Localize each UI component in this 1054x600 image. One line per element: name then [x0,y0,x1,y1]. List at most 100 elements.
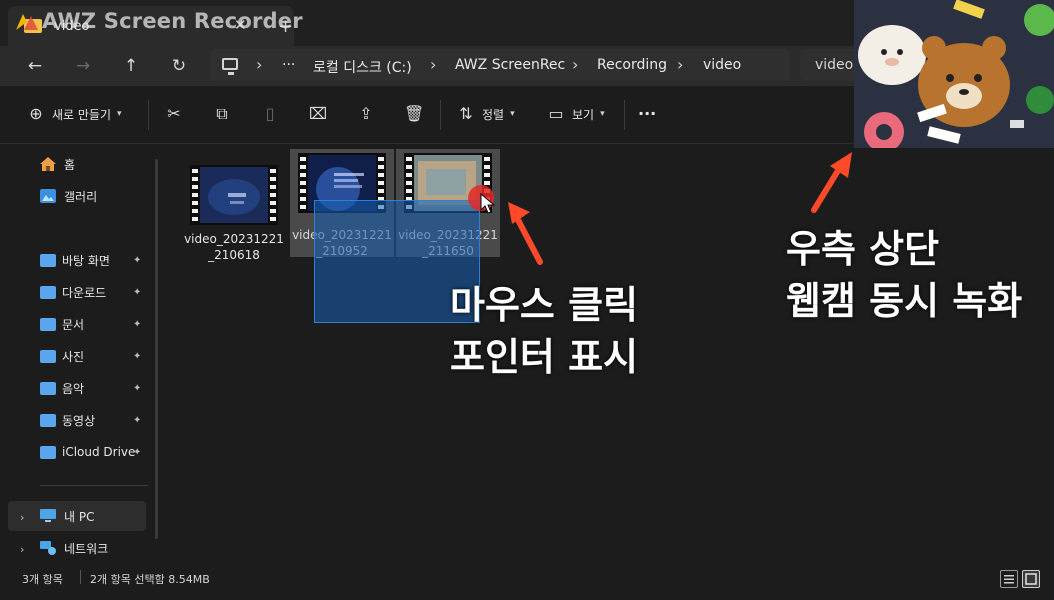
search-input[interactable]: video [800,49,860,81]
network-icon [40,541,56,555]
pin-icon[interactable]: ✦ [133,383,141,394]
copy-icon: ⧉ [216,104,228,123]
chevron-down-icon: ▾ [117,109,122,119]
sidebar-item-label: iCloud Drive [62,445,136,459]
breadcrumb-video[interactable]: video [703,57,741,73]
breadcrumb-more[interactable]: ··· [282,57,295,73]
breadcrumb-awz[interactable]: AWZ ScreenRec [455,57,565,73]
video-thumbnail [190,165,278,225]
folder-icon [40,413,56,427]
share-button[interactable]: ⇪ [356,104,376,124]
selection-info: 2개 항목 선택함 8.54MB [90,573,210,586]
sidebar-item-label: 문서 [62,317,85,332]
sidebar-item-pictures[interactable]: 사진 [40,345,84,367]
chevron-right-icon[interactable]: › [20,511,24,524]
pin-icon[interactable]: ✦ [133,319,141,330]
sidebar-item-music[interactable]: 음악 [40,377,84,399]
recorder-logo-icon [16,14,38,30]
pin-icon[interactable]: ✦ [133,447,141,458]
folder-icon [40,381,56,395]
up-button[interactable]: ↑ [116,52,146,80]
sidebar-item-label: 다운로드 [62,285,107,300]
sidebar-item-label: 갤러리 [64,189,98,204]
sidebar-item-downloads[interactable]: 다운로드 [40,281,106,303]
webcam-overlay [854,0,1054,148]
pin-icon[interactable]: ✦ [133,255,141,266]
sidebar-item-label: 사진 [62,349,85,364]
toolbar-divider [624,100,625,130]
chevron-down-icon: ▾ [510,109,515,119]
annotation-webcam-line-1: 우측 상단 [786,227,940,271]
sidebar-item-label: 음악 [62,381,85,396]
pc-icon [40,509,56,522]
new-button[interactable]: ⊕ 새로 만들기 ▾ [26,104,122,124]
new-label: 새로 만들기 [52,107,112,122]
folder-icon [40,285,56,299]
chevron-down-icon: ▾ [600,109,605,119]
rename-button[interactable]: ⌧ [308,104,328,124]
file-name: video_20231221 _210618 [182,231,286,263]
sidebar-item-label: 바탕 화면 [62,253,110,268]
chevron-right-icon: › [256,55,263,74]
sidebar-item-label: 동영상 [62,413,96,428]
video-frame-preview [200,167,268,223]
forward-button[interactable]: → [68,52,98,80]
details-view-button[interactable] [1000,570,1018,588]
refresh-button[interactable]: ↻ [164,52,194,80]
pin-icon[interactable]: ✦ [133,287,141,298]
cut-button[interactable]: ✂ [164,104,184,124]
folder-icon [40,253,56,267]
chevron-right-icon: › [677,55,684,74]
toolbar-divider [440,100,441,130]
pc-icon [222,58,238,75]
list-view-icon [1004,575,1014,584]
app-window: video ✕ + AWZ Screen Recorder ← → ↑ ↻ › … [0,0,1054,600]
sidebar-item-gallery[interactable]: 갤러리 [40,185,97,207]
pin-icon[interactable]: ✦ [133,415,141,426]
plus-circle-icon: ⊕ [29,104,43,123]
sidebar-item-home[interactable]: 홈 [40,153,75,175]
sidebar-item-documents[interactable]: 문서 [40,313,84,335]
folder-icon [40,317,56,331]
file-item-video-210618[interactable]: video_20231221 _210618 [182,157,286,269]
sidebar-divider [40,485,148,486]
sidebar-item-icloud[interactable]: iCloud Drive [40,441,135,463]
webcam-image [854,0,1054,148]
view-button[interactable]: ▭ 보기 ▾ [546,104,605,124]
copy-button[interactable]: ⧉ [212,104,232,124]
back-button[interactable]: ← [20,52,50,80]
recorder-watermark: AWZ Screen Recorder [42,9,303,33]
breadcrumb-recording[interactable]: Recording [597,57,667,73]
sidebar-item-network[interactable]: 네트워크 [40,537,108,559]
sort-button[interactable]: ⇅ 정렬 ▾ [456,104,515,124]
thumbnail-view-button[interactable] [1022,570,1040,588]
sidebar-item-desktop[interactable]: 바탕 화면 [40,249,110,271]
more-options-button[interactable]: ··· [638,104,656,123]
navigation-pane: 홈 갤러리 바탕 화면 ✦ 다운로드 ✦ 문서 ✦ 사진 ✦ 음악 ✦ 동영상 … [0,145,160,565]
trash-icon: 🗑 [404,104,425,123]
annotation-mouse-line-2: 포인터 표시 [450,335,639,379]
view-label: 보기 [572,107,595,122]
sidebar-scrollbar[interactable] [155,159,158,539]
arrow-annotation-icon [811,152,852,213]
sidebar-item-label: 홈 [64,157,76,172]
sort-icon: ⇅ [459,104,473,123]
address-bar[interactable]: › ··· 로컬 디스크 (C:) › AWZ ScreenRec › Reco… [210,49,790,81]
share-icon: ⇪ [359,104,373,123]
chevron-right-icon[interactable]: › [20,543,24,556]
film-perforation [192,169,198,221]
search-text: video [815,57,854,73]
breadcrumb-local-disk[interactable]: 로컬 디스크 (C:) [313,57,412,77]
status-bar: 3개 항목 2개 항목 선택함 8.54MB [0,565,1054,600]
view-icon: ▭ [548,104,564,123]
chevron-right-icon: › [572,55,579,74]
sidebar-item-videos[interactable]: 동영상 [40,409,95,431]
rename-icon: ⌧ [308,104,328,123]
sort-label: 정렬 [482,107,505,122]
paste-button[interactable]: ▯ [260,104,280,124]
annotation-webcam-line-2: 웹캠 동시 녹화 [786,279,1023,323]
delete-button[interactable]: 🗑 [404,104,424,124]
film-perforation [270,169,276,221]
sidebar-item-my-pc[interactable]: 내 PC [40,505,94,527]
pin-icon[interactable]: ✦ [133,351,141,362]
